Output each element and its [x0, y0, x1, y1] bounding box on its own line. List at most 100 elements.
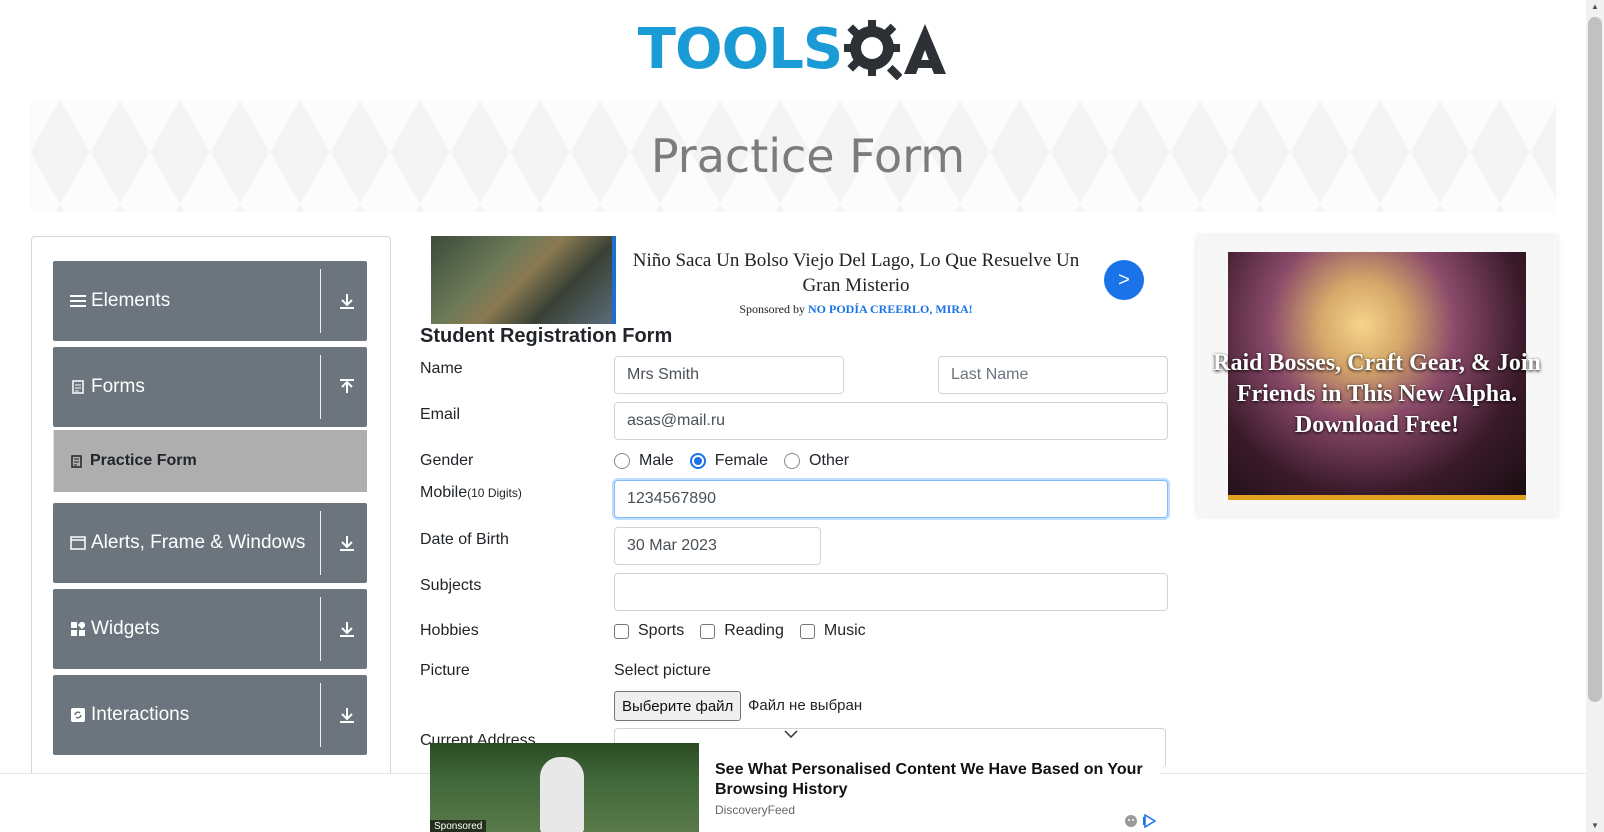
gender-female-option[interactable]: Female	[689, 452, 768, 470]
refresh-icon	[69, 708, 87, 722]
form-title: Student Registration Form	[420, 325, 673, 347]
logo-text-qa	[844, 18, 948, 80]
dob-label: Date of Birth	[420, 531, 509, 548]
download-icon[interactable]	[333, 534, 361, 552]
hobby-reading-option[interactable]: Reading	[700, 622, 784, 640]
date-of-birth-input[interactable]: 30 Mar 2023	[614, 527, 821, 565]
picture-label: Picture	[420, 662, 470, 679]
logo-text-tools: TOOLS	[637, 16, 843, 82]
sidebar-group-alerts[interactable]: Alerts, Frame & Windows	[53, 503, 367, 583]
sidebar-group-forms[interactable]: Forms	[53, 347, 367, 427]
page-banner: Practice Form	[30, 100, 1556, 212]
sidebar-group-elements[interactable]: Elements	[53, 261, 367, 341]
scrollbar[interactable]: ▲ ▼	[1586, 0, 1604, 832]
adchoices-icon[interactable]	[1142, 813, 1157, 831]
ad-sponsor-name[interactable]: NO PODÍA CREERLO, MIRA!	[808, 302, 973, 316]
name-label: Name	[420, 360, 463, 377]
scroll-up-icon[interactable]: ▲	[1591, 2, 1599, 11]
widgets-icon	[69, 622, 87, 636]
gear-icon	[844, 20, 903, 80]
gender-radio-group: Male Female Other	[614, 452, 865, 470]
file-status-text: Файл не выбран	[748, 697, 863, 714]
select-picture-label: Select picture	[614, 662, 711, 679]
sidebar-group-label: Widgets	[91, 618, 160, 639]
gender-other-option[interactable]: Other	[784, 452, 849, 470]
letter-a-icon	[904, 24, 947, 74]
gender-male-option[interactable]: Male	[614, 452, 674, 470]
hobbies-checkbox-group: Sports Reading Music	[614, 622, 882, 640]
hobby-music-option[interactable]: Music	[799, 622, 866, 640]
ad-title[interactable]: Niño Saca Un Bolso Viejo Del Lago, Lo Qu…	[631, 248, 1081, 298]
subjects-input[interactable]	[614, 573, 1168, 611]
gender-other-label[interactable]: Other	[809, 452, 849, 470]
scrollbar-thumb[interactable]	[1588, 17, 1602, 702]
hobby-sports-checkbox[interactable]	[614, 623, 629, 639]
hobby-music-label[interactable]: Music	[824, 622, 866, 640]
subjects-label: Subjects	[420, 577, 482, 594]
hobby-sports-label[interactable]: Sports	[638, 622, 684, 640]
hobby-reading-checkbox[interactable]	[700, 623, 716, 639]
gender-female-label[interactable]: Female	[715, 452, 768, 470]
gender-label: Gender	[420, 452, 474, 469]
sponsored-badge: Sponsored	[430, 820, 487, 832]
divider	[320, 597, 321, 661]
email-label: Email	[420, 406, 461, 423]
gender-female-radio[interactable]	[689, 453, 706, 469]
chevron-down-icon	[784, 727, 798, 741]
first-name-input[interactable]: Mrs Smith	[614, 356, 844, 394]
page-title: Practice Form	[650, 129, 966, 183]
document-icon	[69, 380, 87, 394]
hobby-music-checkbox[interactable]	[799, 623, 815, 639]
sidebar-group-label: Interactions	[91, 704, 190, 725]
mobile-hint: (10 Digits)	[467, 486, 522, 500]
hobby-reading-label[interactable]: Reading	[724, 622, 784, 640]
window-icon	[69, 536, 87, 550]
sidebar-group-widgets[interactable]: Widgets	[53, 589, 367, 669]
sidebar-group-interactions[interactable]: Interactions	[53, 675, 367, 755]
ad-source[interactable]: DiscoveryFeed	[715, 803, 795, 817]
list-icon	[69, 294, 87, 308]
sidebar-group-label: Elements	[91, 290, 171, 311]
divider	[320, 355, 321, 419]
ad-privacy-icon[interactable]	[1124, 814, 1138, 831]
toolsqa-logo[interactable]: TOOLS	[638, 17, 948, 82]
form-icon	[68, 454, 84, 468]
ad-image[interactable]	[431, 236, 616, 324]
sidebar-group-label: Forms	[91, 376, 145, 397]
hobbies-label: Hobbies	[420, 622, 479, 639]
sidebar-item-label: Practice Form	[90, 452, 197, 469]
ad-go-button[interactable]: >	[1104, 260, 1144, 300]
divider	[320, 683, 321, 747]
person-figure	[540, 757, 584, 832]
download-icon[interactable]	[333, 620, 361, 638]
mobile-input[interactable]: 1234567890	[614, 480, 1168, 518]
ad-text[interactable]: Raid Bosses, Craft Gear, & Join Friends …	[1205, 348, 1549, 441]
email-input[interactable]: asas@mail.ru	[614, 402, 1168, 440]
ad-sponsor-line: Sponsored by NO PODÍA CREERLO, MIRA!	[631, 302, 1081, 317]
top-advertisement[interactable]: Niño Saca Un Bolso Viejo Del Lago, Lo Qu…	[431, 236, 1147, 324]
upload-icon[interactable]	[333, 378, 361, 396]
download-icon[interactable]	[333, 706, 361, 724]
last-name-input[interactable]: Last Name	[938, 356, 1168, 394]
divider	[320, 269, 321, 333]
gender-male-radio[interactable]	[614, 453, 630, 469]
gender-male-label[interactable]: Male	[639, 452, 674, 470]
gender-other-radio[interactable]	[784, 453, 801, 469]
ad-choices[interactable]	[1124, 813, 1157, 831]
sidebar-item-practice-form[interactable]: Practice Form	[53, 430, 367, 492]
scroll-down-icon[interactable]: ▼	[1591, 821, 1599, 830]
ad-title[interactable]: See What Personalised Content We Have Ba…	[715, 760, 1155, 800]
bottom-advertisement: Sponsored See What Personalised Content …	[0, 743, 1586, 832]
ad-sponsored-by: Sponsored by	[739, 302, 805, 316]
choose-file-button[interactable]: Выберите файл	[614, 691, 742, 721]
download-icon[interactable]	[333, 292, 361, 310]
sidebar-group-label: Alerts, Frame & Windows	[91, 532, 306, 553]
ad-image[interactable]: Sponsored	[430, 743, 699, 832]
left-panel: Elements Forms Practice Form Alerts, Fra…	[31, 236, 391, 796]
bottom-ad-card[interactable]: Sponsored See What Personalised Content …	[430, 743, 1160, 832]
right-advertisement[interactable]: Raid Bosses, Craft Gear, & Join Friends …	[1197, 236, 1557, 516]
header: TOOLS	[0, 0, 1586, 98]
hobby-sports-option[interactable]: Sports	[614, 622, 684, 640]
mobile-label-text: Mobile	[420, 484, 468, 501]
mobile-label: Mobile(10 Digits)	[420, 484, 522, 502]
